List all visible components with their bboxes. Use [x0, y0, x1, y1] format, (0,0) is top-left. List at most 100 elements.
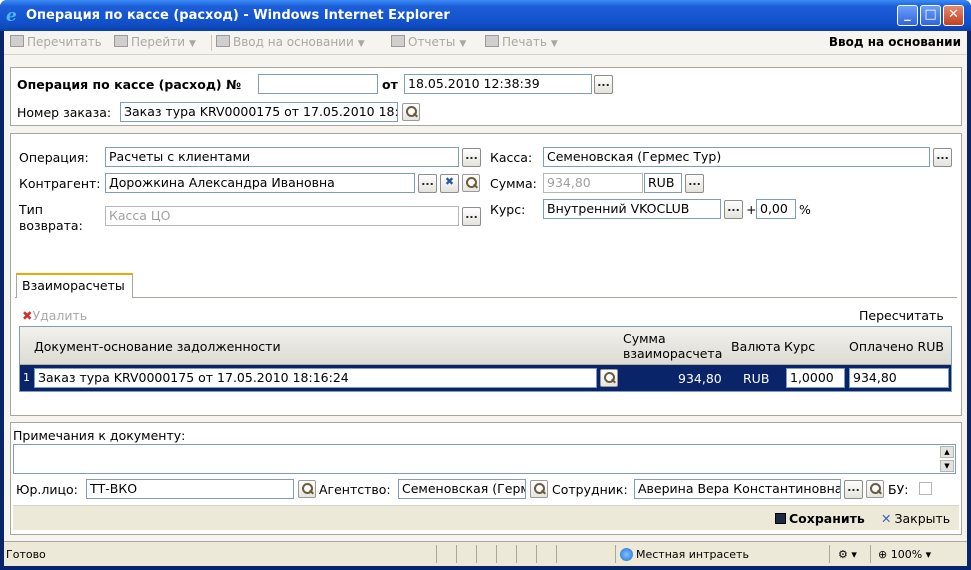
counterparty-search-icon[interactable] [462, 174, 480, 192]
recalc-link[interactable]: Пересчитать [859, 308, 944, 323]
grid-header: Документ-основание задолженности Сумма в… [20, 327, 951, 365]
footer-panel: Примечания к документу: ▲ ▼ Юр.лицо: ТТ-… [10, 422, 962, 535]
ie-logo-icon: e [6, 6, 17, 26]
agency-label: Агентство: [319, 482, 391, 497]
currency-select-button[interactable]: ... [685, 174, 704, 193]
date-picker-button[interactable]: ... [594, 75, 613, 94]
globe-icon [620, 548, 633, 561]
currency-input[interactable]: RUB [644, 173, 682, 193]
delete-button[interactable]: ✖Удалить [22, 308, 87, 323]
dropdown-arrow-icon: ▼ [357, 39, 365, 49]
toolbar-right-title: Ввод на основании [828, 35, 961, 49]
col-document[interactable]: Документ-основание задолженности [34, 339, 281, 354]
cash-input[interactable]: Семеновская (Гермес Тур) [543, 147, 930, 167]
rate-percent-input[interactable]: 0,00 [756, 199, 796, 219]
order-input[interactable]: Заказ тура KRV0000175 от 17.05.2010 18:1… [120, 102, 398, 122]
row-sum: 934,80 [678, 371, 722, 386]
doc-title: Операция по кассе (расход) № [17, 77, 242, 92]
status-bar: Готово Местная интрасеть ⚙ ▾ ⊕ 100% ▾ [4, 541, 967, 566]
cash-select-button[interactable]: ... [933, 148, 952, 167]
date-input[interactable]: 18.05.2010 12:38:39 [404, 74, 592, 94]
agency-search-icon[interactable] [530, 480, 548, 498]
security-icon[interactable]: ⚙ ▾ [838, 548, 857, 561]
rate-select-button[interactable]: ... [724, 200, 743, 219]
bu-label: БУ: [888, 482, 909, 497]
header-panel: Операция по кассе (расход) № от 18.05.20… [10, 67, 962, 126]
status-text: Готово [6, 548, 46, 561]
window-title: Операция по кассе (расход) - Windows Int… [26, 8, 450, 23]
bu-checkbox[interactable] [919, 482, 932, 495]
print-toolbar-button[interactable]: Печать ▼ [485, 35, 558, 49]
counterparty-select-button[interactable]: ... [418, 174, 437, 193]
row-rate-input[interactable]: 1,0000 [786, 368, 845, 388]
zoom-icon: ⊕ [878, 548, 888, 561]
col-paid[interactable]: Оплачено RUB [849, 339, 944, 354]
save-button[interactable]: Сохранить [775, 511, 865, 526]
order-label: Номер заказа: [17, 105, 112, 120]
legal-entity-label: Юр.лицо: [16, 482, 78, 497]
goto-icon [114, 35, 128, 47]
scroll-down-icon[interactable]: ▼ [940, 460, 954, 472]
col-rate[interactable]: Курс [784, 339, 815, 354]
sum-label: Сумма: [490, 176, 537, 191]
delete-icon: ✖ [22, 308, 33, 323]
return-type-select-button[interactable]: ... [462, 207, 481, 226]
employee-search-icon[interactable] [866, 480, 884, 498]
scroll-up-icon[interactable]: ▲ [940, 446, 954, 458]
legal-entity-search-icon[interactable] [298, 480, 316, 498]
printer-icon [485, 35, 499, 47]
percent-label: % [799, 202, 811, 217]
toolbar: Перечитать Перейти ▼ Ввод на основании ▼ О… [4, 31, 967, 55]
tab-settlements[interactable]: Взаиморасчеты [16, 273, 133, 298]
return-type-input[interactable]: Касса ЦО [105, 206, 459, 226]
based-on-toolbar-button[interactable]: Ввод на основании ▼ [216, 35, 365, 49]
employee-select-button[interactable]: ... [844, 480, 863, 499]
ie-window: e Операция по кассе (расход) - Windows I… [0, 0, 971, 570]
zone-indicator: Местная интрасеть [620, 548, 749, 561]
action-bar: Сохранить ✕ Закрыть [13, 505, 959, 530]
recalc-toolbar-button[interactable]: Перечитать [10, 35, 102, 49]
order-search-icon[interactable] [402, 103, 420, 121]
title-bar[interactable]: e Операция по кассе (расход) - Windows I… [0, 0, 971, 31]
employee-label: Сотрудник: [552, 482, 628, 497]
dropdown-arrow-icon: ▼ [550, 39, 558, 49]
floppy-icon [775, 513, 786, 524]
close-button[interactable]: ✕ Закрыть [881, 511, 950, 526]
report-icon [391, 35, 405, 47]
return-type-label: Тип [19, 202, 43, 217]
close-window-button[interactable]: ✕ [943, 5, 964, 26]
reports-toolbar-button[interactable]: Отчеты ▼ [391, 35, 466, 49]
page-frame: Перечитать Перейти ▼ Ввод на основании ▼ О… [4, 31, 967, 566]
zoom-control[interactable]: ⊕ 100% ▾ [878, 548, 931, 561]
legal-entity-input[interactable]: ТТ-ВКО [86, 479, 294, 499]
operation-select-button[interactable]: ... [462, 148, 481, 167]
agency-input[interactable]: Семеновская (Гермес Тур) [398, 479, 526, 499]
document-icon [216, 35, 230, 47]
row-paid-input[interactable]: 934,80 [849, 368, 949, 388]
dropdown-arrow-icon: ▼ [459, 39, 467, 49]
cash-label: Касса: [490, 150, 533, 165]
maximize-button[interactable]: □ [920, 5, 941, 26]
rate-input[interactable]: Внутренний VKOCLUB [543, 199, 721, 219]
clear-icon[interactable]: ✖ [440, 174, 459, 193]
col-sum[interactable]: Сумма взаиморасчета [623, 331, 733, 361]
employee-input[interactable]: Аверина Вера Константиновна [634, 479, 841, 499]
row-currency: RUB [743, 371, 770, 386]
minimize-button[interactable]: _ [897, 5, 918, 26]
row-document-input[interactable]: Заказ тура KRV0000175 от 17.05.2010 18:1… [34, 368, 597, 388]
dropdown-arrow-icon: ▼ [189, 39, 196, 49]
operation-label: Операция: [19, 150, 89, 165]
doc-number-input[interactable] [258, 74, 378, 94]
notes-label: Примечания к документу: [13, 428, 186, 443]
counterparty-input[interactable]: Дорожкина Александра Ивановна [105, 173, 415, 193]
col-currency[interactable]: Валюта [731, 339, 781, 354]
rate-label: Курс: [490, 202, 526, 217]
notes-textarea[interactable] [13, 444, 956, 474]
operation-input[interactable]: Расчеты с клиентами [105, 147, 459, 167]
return-type-label-2: возврата: [19, 218, 83, 233]
table-row[interactable]: 1 Заказ тура KRV0000175 от 17.05.2010 18… [20, 365, 951, 391]
row-search-icon[interactable] [600, 369, 618, 387]
goto-toolbar-button[interactable]: Перейти ▼ [114, 35, 196, 49]
settlements-grid: Документ-основание задолженности Сумма в… [19, 326, 952, 392]
sum-input[interactable]: 934,80 [543, 173, 643, 193]
